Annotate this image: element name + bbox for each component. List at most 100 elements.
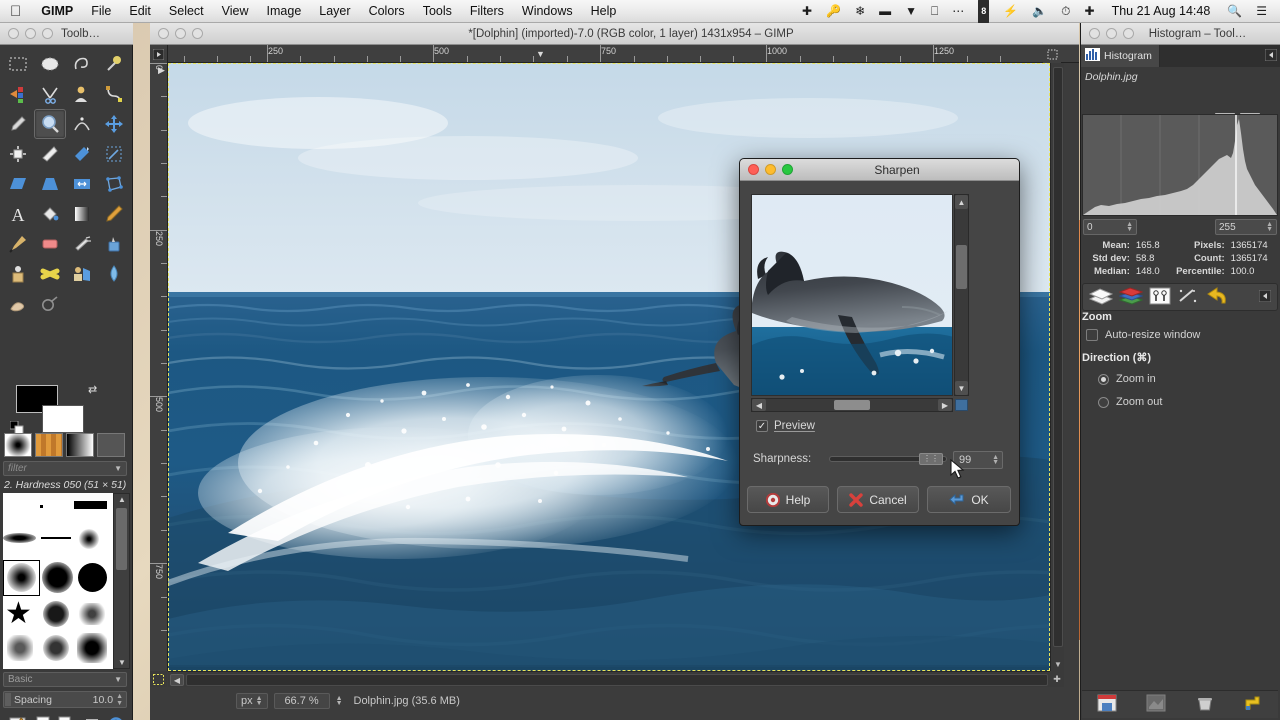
- zoom-in-radio[interactable]: [1098, 374, 1109, 385]
- bluetooth-icon[interactable]: ⚡: [996, 0, 1025, 23]
- brush-spacing-slider[interactable]: Spacing 10.0 ▲▼: [3, 691, 127, 708]
- undo-history-icon[interactable]: [1205, 286, 1229, 309]
- swap-colors-icon[interactable]: ⇄: [88, 383, 97, 396]
- image-window-titlebar[interactable]: *[Dolphin] (imported)-7.0 (RGB color, 1 …: [150, 23, 1079, 45]
- tool-scissors-select[interactable]: [34, 79, 66, 109]
- unit-selector[interactable]: px ▲▼: [236, 693, 268, 709]
- image-window-controls[interactable]: [150, 28, 203, 39]
- tool-heal[interactable]: [34, 259, 66, 289]
- tool-blend[interactable]: [66, 199, 98, 229]
- tool-airbrush[interactable]: [66, 229, 98, 259]
- brush-filter-input[interactable]: filter ▼: [3, 461, 127, 476]
- menu-item-colors[interactable]: Colors: [360, 0, 414, 23]
- tool-move[interactable]: [98, 109, 130, 139]
- ruler-unit-menu-button[interactable]: [150, 45, 168, 63]
- brush-item[interactable]: [40, 505, 43, 508]
- tool-by-color-select[interactable]: [2, 79, 34, 109]
- duplicate-brush-icon[interactable]: [57, 715, 77, 720]
- brush-item[interactable]: [79, 603, 105, 625]
- menu-item-filters[interactable]: Filters: [461, 0, 513, 23]
- menu-item-help[interactable]: Help: [582, 0, 626, 23]
- canvas-vertical-scrollbar[interactable]: ▼: [1050, 63, 1064, 671]
- box-icon[interactable]: ⎕: [924, 0, 945, 23]
- tool-dodge-burn[interactable]: [34, 289, 66, 319]
- minimize-button[interactable]: [175, 28, 186, 39]
- new-brush-icon[interactable]: [33, 715, 53, 720]
- tool-ink[interactable]: [98, 229, 130, 259]
- save-options-icon[interactable]: [1097, 694, 1117, 715]
- tool-crop[interactable]: [34, 139, 66, 169]
- tool-cage-transform[interactable]: [98, 169, 130, 199]
- plus-circle-icon[interactable]: ✚: [795, 0, 819, 23]
- scroll-down-icon[interactable]: ▼: [1054, 660, 1062, 669]
- right-dock-window-controls[interactable]: [1081, 28, 1134, 39]
- tool-free-select[interactable]: [66, 49, 98, 79]
- active-pattern-preview[interactable]: [35, 433, 63, 457]
- scroll-left-icon[interactable]: ◀: [170, 674, 184, 686]
- maximize-button[interactable]: [42, 28, 53, 39]
- toolbox-titlebar[interactable]: Toolb…: [0, 23, 133, 45]
- dock-menu-button[interactable]: [1259, 290, 1271, 305]
- tool-zoom[interactable]: [34, 109, 66, 139]
- apple-icon[interactable]: : [0, 4, 32, 19]
- chevron-down-icon[interactable]: ▼: [114, 464, 122, 473]
- scrollbar-thumb[interactable]: [186, 674, 1048, 686]
- ellipsis-icon[interactable]: ⋯: [945, 0, 971, 23]
- key-icon[interactable]: 🔑: [819, 0, 848, 23]
- range-low-stepper[interactable]: ▲▼: [1126, 222, 1133, 232]
- tool-paintbrush[interactable]: [2, 229, 34, 259]
- horizontal-ruler[interactable]: 250 500 750 1000 1250 ▼: [150, 45, 1079, 63]
- brush-item[interactable]: [3, 493, 39, 528]
- zoom-selector[interactable]: 66.7 %: [274, 693, 330, 709]
- menu-item-file[interactable]: File: [82, 0, 120, 23]
- tool-pencil[interactable]: [98, 199, 130, 229]
- menu-item-tools[interactable]: Tools: [414, 0, 461, 23]
- dropbox-icon[interactable]: ❄: [848, 0, 872, 23]
- edit-brush-icon[interactable]: [8, 715, 28, 720]
- tool-perspective[interactable]: [34, 169, 66, 199]
- minus-icon[interactable]: ▬: [872, 0, 898, 23]
- tool-rotate[interactable]: [66, 139, 98, 169]
- tool-align[interactable]: [2, 139, 34, 169]
- scrollbar-thumb[interactable]: [116, 508, 127, 570]
- menu-item-view[interactable]: View: [213, 0, 258, 23]
- tool-fuzzy-select[interactable]: [98, 49, 130, 79]
- paths-icon[interactable]: [1149, 287, 1171, 308]
- zoom-in-radio-row[interactable]: Zoom in: [1098, 373, 1156, 385]
- tool-flip[interactable]: [66, 169, 98, 199]
- active-gradient-preview[interactable]: [66, 433, 94, 457]
- active-brush-preview[interactable]: [4, 433, 32, 457]
- displays-icon[interactable]: ✚: [1078, 0, 1102, 23]
- brush-item[interactable]: [42, 562, 73, 593]
- chevron-down-icon[interactable]: ▼: [114, 675, 122, 684]
- close-button[interactable]: [1089, 28, 1100, 39]
- brush-item[interactable]: [41, 537, 71, 539]
- airplay-icon[interactable]: ▼: [898, 0, 924, 23]
- tool-paths[interactable]: [98, 79, 130, 109]
- scrollbar-thumb[interactable]: [1053, 67, 1063, 647]
- brush-item[interactable]: ★: [5, 599, 41, 634]
- quickmask-icon[interactable]: [150, 671, 167, 687]
- auto-resize-checkbox[interactable]: [1086, 329, 1098, 341]
- delete-options-icon[interactable]: [1195, 694, 1215, 715]
- close-button[interactable]: [158, 28, 169, 39]
- tool-ellipse-select[interactable]: [34, 49, 66, 79]
- background-color-swatch[interactable]: [42, 405, 84, 433]
- tool-clone[interactable]: [2, 259, 34, 289]
- brush-item[interactable]: [74, 501, 107, 509]
- range-high-field[interactable]: 255 ▲▼: [1215, 219, 1277, 235]
- tool-smudge[interactable]: [2, 289, 34, 319]
- right-dock-titlebar[interactable]: Histogram – Tool…: [1081, 23, 1280, 45]
- tool-color-picker[interactable]: [2, 109, 34, 139]
- minimize-button[interactable]: [25, 28, 36, 39]
- vertical-ruler[interactable]: 0 250 500 750 ▶: [150, 63, 168, 671]
- tool-rect-select[interactable]: [2, 49, 34, 79]
- close-button[interactable]: [8, 28, 19, 39]
- tool-blur-sharpen[interactable]: [98, 259, 130, 289]
- auto-resize-row[interactable]: Auto-resize window: [1086, 329, 1200, 341]
- spacing-stepper[interactable]: ▲▼: [116, 693, 123, 707]
- battery-icon[interactable]: 8: [971, 0, 996, 24]
- dock-menu-button[interactable]: [1265, 49, 1280, 63]
- tool-eraser[interactable]: [34, 229, 66, 259]
- menu-item-select[interactable]: Select: [160, 0, 213, 23]
